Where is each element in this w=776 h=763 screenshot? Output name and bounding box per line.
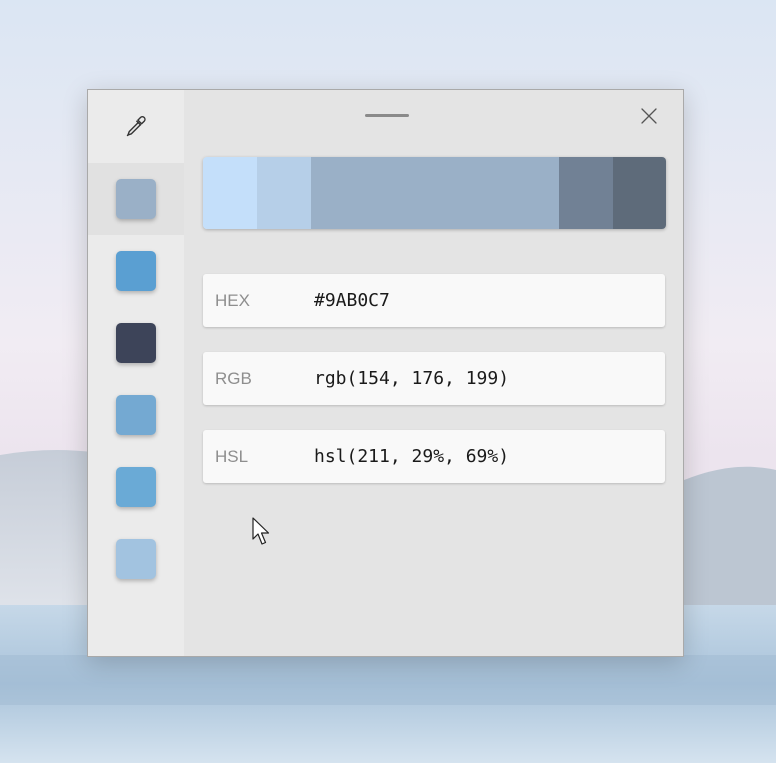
hex-value[interactable]: #9AB0C7 — [314, 290, 390, 311]
color-shades-bar — [203, 157, 666, 229]
color-picker-window: HEX #9AB0C7 RGB rgb(154, 176, 199) HSL h… — [87, 89, 684, 657]
history-swatch — [116, 395, 156, 435]
history-swatch-item[interactable] — [88, 307, 184, 379]
history-swatch — [116, 251, 156, 291]
eyedropper-icon — [126, 115, 146, 136]
shade-darker-2[interactable] — [613, 157, 666, 229]
hex-label: HEX — [215, 291, 250, 310]
shade-lighter-1[interactable] — [257, 157, 311, 229]
hex-field[interactable]: HEX #9AB0C7 — [203, 274, 665, 327]
shade-lighter-2[interactable] — [203, 157, 257, 229]
shade-selected[interactable] — [311, 157, 559, 229]
close-icon — [641, 108, 657, 124]
history-swatch — [116, 323, 156, 363]
history-swatch-item[interactable] — [88, 235, 184, 307]
rgb-label: RGB — [215, 369, 252, 388]
history-swatch — [116, 539, 156, 579]
hsl-value[interactable]: hsl(211, 29%, 69%) — [314, 446, 509, 467]
history-swatch-item[interactable] — [88, 451, 184, 523]
mouse-cursor-icon — [252, 517, 270, 545]
rgb-value[interactable]: rgb(154, 176, 199) — [314, 368, 509, 389]
pick-color-button[interactable] — [88, 90, 184, 163]
history-swatch-item[interactable] — [88, 379, 184, 451]
rgb-field[interactable]: RGB rgb(154, 176, 199) — [203, 352, 665, 405]
history-swatch-item[interactable] — [88, 523, 184, 595]
hsl-field[interactable]: HSL hsl(211, 29%, 69%) — [203, 430, 665, 483]
color-history-sidebar — [88, 90, 184, 656]
history-swatch-item[interactable] — [88, 163, 184, 235]
shade-darker-1[interactable] — [559, 157, 613, 229]
drag-handle[interactable] — [365, 114, 409, 117]
history-swatch — [116, 179, 156, 219]
history-swatch — [116, 467, 156, 507]
hsl-label: HSL — [215, 447, 249, 466]
close-button[interactable] — [634, 101, 664, 131]
